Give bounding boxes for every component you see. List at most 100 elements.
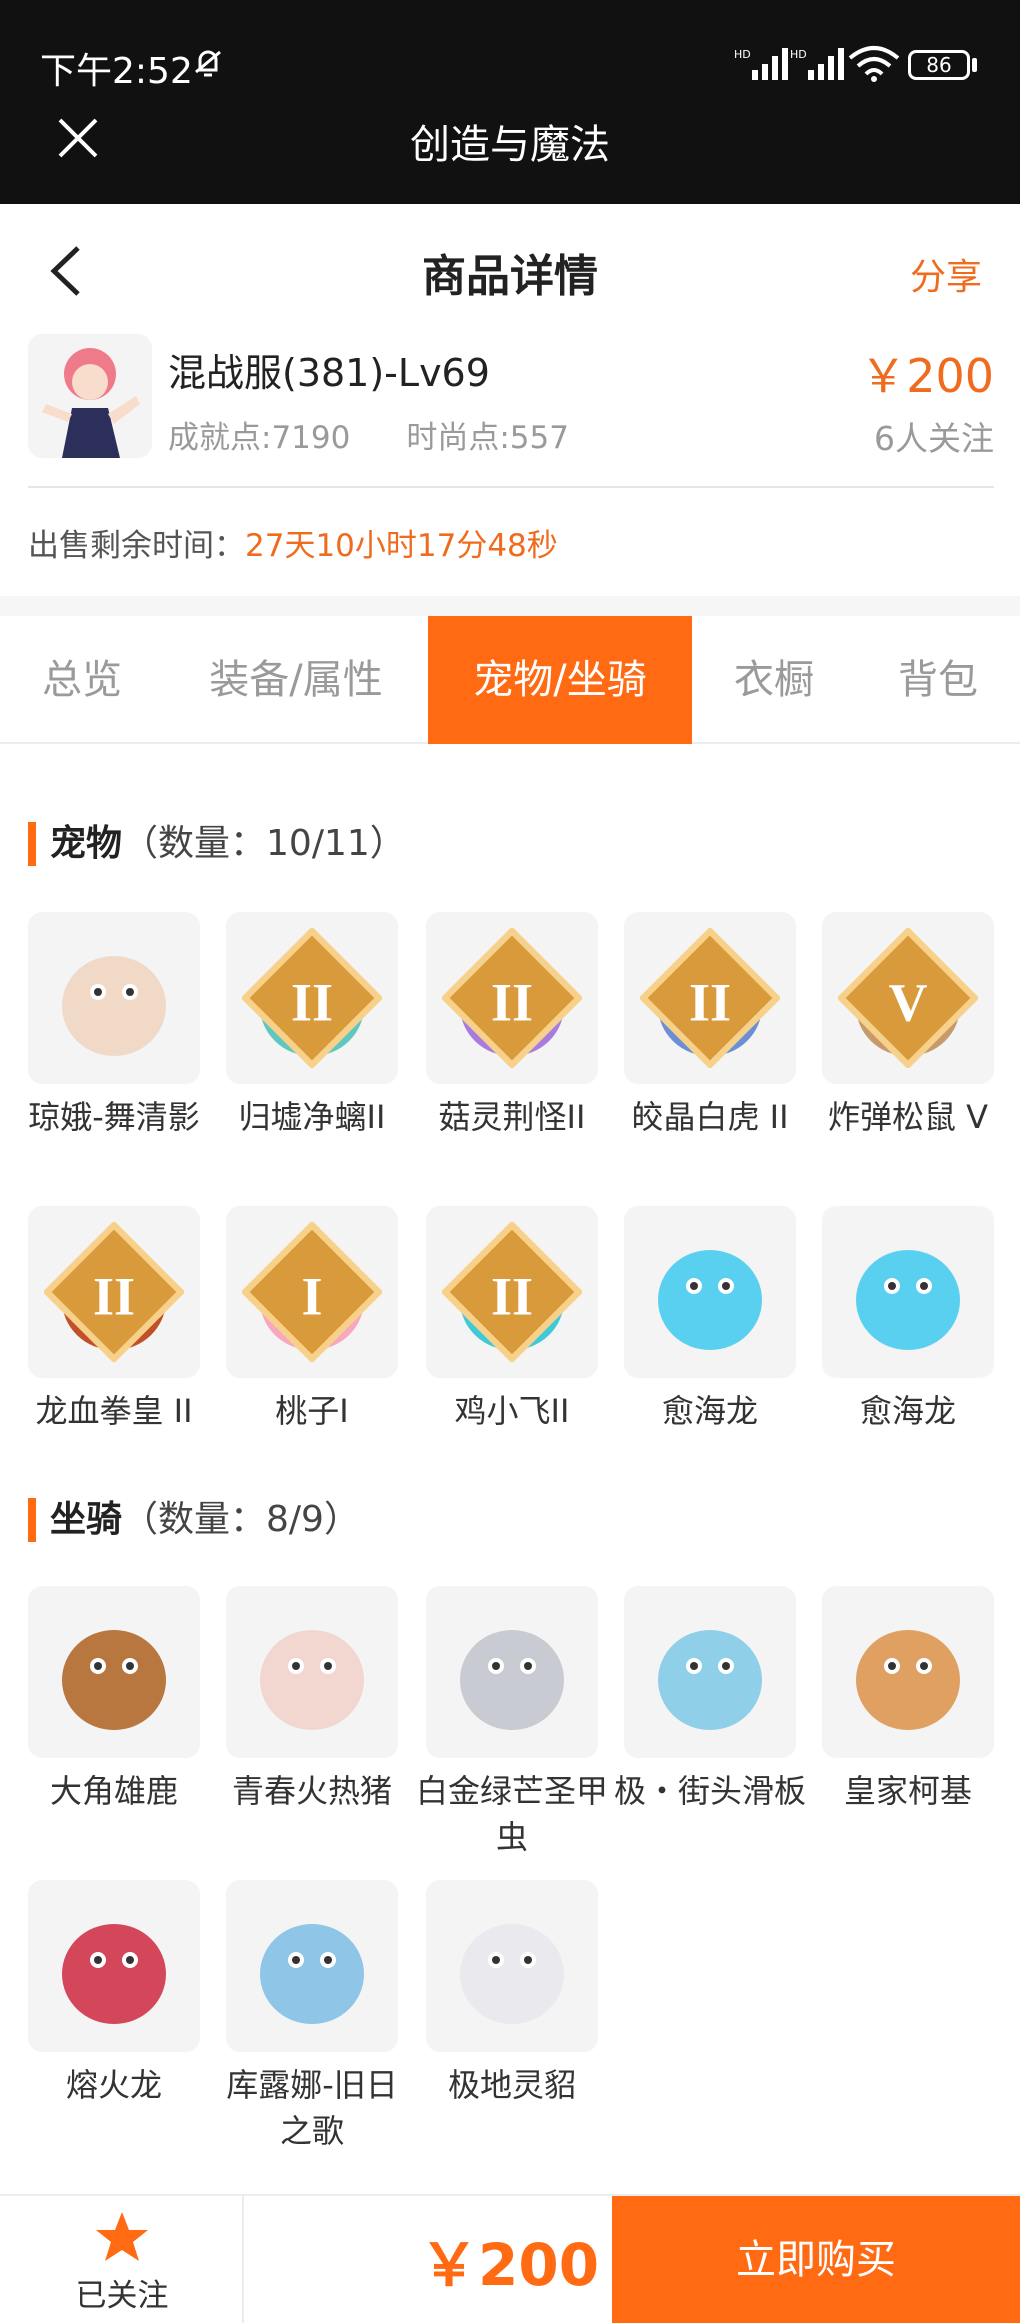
character-avatar <box>28 334 152 458</box>
rank-badge-icon: II <box>442 1222 582 1362</box>
mount-thumbnail <box>28 1880 200 2052</box>
achievement-points: 成就点:7190 <box>168 420 351 456</box>
tab-wardrobe[interactable]: 衣橱 <box>692 616 856 744</box>
tab-backpack[interactable]: 背包 <box>856 616 1020 744</box>
pet-item[interactable]: 愈海龙 <box>624 1206 796 1434</box>
lava-dragon-icon <box>62 1924 166 2024</box>
page-header: 商品详情 分享 <box>0 204 1020 334</box>
signal-icon: HD <box>734 48 788 80</box>
pets-title: 宠物 <box>50 823 123 864</box>
badge-label: II <box>93 1266 135 1326</box>
badge-label: II <box>689 972 731 1032</box>
mounts-title: 坐骑 <box>50 1499 123 1540</box>
pet-name: 鸡小飞II <box>454 1392 570 1430</box>
ice-dragon-icon <box>658 1250 762 1350</box>
fashion-points: 时尚点:557 <box>406 420 569 456</box>
pet-thumbnail <box>822 1206 994 1378</box>
pet-item[interactable]: V 炸弹松鼠 V <box>822 912 994 1140</box>
app-bar: 创造与魔法 <box>0 118 1020 204</box>
tab-pets-mounts[interactable]: 宠物/坐骑 <box>428 616 692 744</box>
pet-item[interactable]: II 鸡小飞II <box>426 1206 598 1434</box>
pet-item[interactable]: I 桃子I <box>226 1206 398 1434</box>
wifi-icon <box>848 46 900 82</box>
pet-item[interactable]: II 归墟净螭II <box>226 912 398 1140</box>
pet-name: 龙血拳皇 II <box>35 1392 193 1430</box>
remaining-time: 出售剩余时间：27天10小时17分48秒 <box>28 520 558 565</box>
sheep-girl-icon <box>260 1924 364 2024</box>
mount-name: 青春火热猪 <box>231 1772 392 1810</box>
pet-item[interactable]: II 皎晶白虎 II <box>624 912 796 1140</box>
white-fox-icon <box>460 1924 564 2024</box>
bottom-bar: 已关注 ￥200 立即购买 <box>0 2194 1020 2323</box>
corgi-icon <box>856 1630 960 1730</box>
badge-label: II <box>491 972 533 1032</box>
tab-overview[interactable]: 总览 <box>0 616 164 744</box>
rank-badge-icon: II <box>44 1222 184 1362</box>
pet-thumbnail: II <box>624 912 796 1084</box>
pets-count: （数量：10/11） <box>122 823 406 864</box>
mount-thumbnail <box>624 1586 796 1758</box>
beetle-icon <box>460 1630 564 1730</box>
pet-name: 桃子I <box>275 1392 349 1430</box>
svg-text:HD: HD <box>790 48 807 61</box>
mute-bell-icon <box>195 50 221 77</box>
pets-section-title: 宠物（数量：10/11） <box>28 822 406 866</box>
pet-thumbnail: V <box>822 912 994 1084</box>
pet-thumbnail: I <box>226 1206 398 1378</box>
product-price: ￥200 <box>860 349 994 403</box>
rank-badge-icon: II <box>640 928 780 1068</box>
mount-item[interactable]: 极・街头滑板 <box>614 1586 806 1814</box>
mount-item[interactable]: 极地灵貂 <box>426 1880 598 2108</box>
mount-thumbnail <box>28 1586 200 1758</box>
product-summary: 混战服(381)-Lv69 成就点:7190 时尚点:557 ￥200 6人关注 <box>0 334 1020 486</box>
share-button[interactable]: 分享 <box>910 248 982 300</box>
mount-thumbnail <box>822 1586 994 1758</box>
page-title: 商品详情 <box>422 251 598 302</box>
mount-item[interactable]: 皇家柯基 <box>822 1586 994 1814</box>
divider <box>28 486 994 488</box>
mount-thumbnail <box>426 1586 598 1758</box>
ice-dragon-icon <box>856 1250 960 1350</box>
pet-item[interactable]: II 菇灵荆怪II <box>426 912 598 1140</box>
rank-badge-icon: II <box>242 928 382 1068</box>
rank-badge-icon: V <box>838 928 978 1068</box>
buy-now-button[interactable]: 立即购买 <box>612 2196 1020 2323</box>
badge-label: II <box>491 1266 533 1326</box>
mount-name: 极・街头滑板 <box>613 1772 806 1810</box>
pet-thumbnail <box>28 912 200 1084</box>
mount-item[interactable]: 青春火热猪 <box>226 1586 398 1814</box>
mount-name: 皇家柯基 <box>843 1772 972 1810</box>
mount-thumbnail <box>226 1880 398 2052</box>
battery-tip <box>972 58 977 72</box>
pet-thumbnail: II <box>426 912 598 1084</box>
pet-thumbnail <box>624 1206 796 1378</box>
rank-badge-icon: II <box>442 928 582 1068</box>
section-gap <box>0 596 1020 616</box>
fairy-girl-icon <box>62 956 166 1056</box>
mount-item[interactable]: 白金绿芒圣甲虫 <box>416 1586 608 1860</box>
pet-item[interactable]: 琼娥-舞清影 <box>28 912 200 1140</box>
badge-label: I <box>301 1266 322 1326</box>
mount-name: 白金绿芒圣甲虫 <box>415 1772 608 1856</box>
signal-icon-2: HD <box>790 48 844 80</box>
product-points: 成就点:7190 时尚点:557 <box>168 412 625 457</box>
tab-bar: 总览 装备/属性 宠物/坐骑 衣橱 背包 <box>0 616 1020 744</box>
rank-badge-icon: I <box>242 1222 382 1362</box>
svg-text:HD: HD <box>734 48 751 61</box>
character-avatar-icon <box>42 348 140 458</box>
pig-icon <box>260 1630 364 1730</box>
pet-name: 琼娥-舞清影 <box>28 1098 200 1136</box>
pet-name: 炸弹松鼠 V <box>827 1098 989 1136</box>
pet-item[interactable]: II 龙血拳皇 II <box>28 1206 200 1434</box>
follow-button[interactable]: 已关注 <box>0 2196 244 2323</box>
mount-item[interactable]: 库露娜-旧日之歌 <box>226 1880 398 2154</box>
skateboard-icon <box>658 1630 762 1730</box>
pet-item[interactable]: 愈海龙 <box>822 1206 994 1434</box>
mount-name: 大角雄鹿 <box>49 1772 178 1810</box>
mount-item[interactable]: 熔火龙 <box>28 1880 200 2108</box>
pet-name: 归墟净螭II <box>238 1098 386 1136</box>
mount-item[interactable]: 大角雄鹿 <box>28 1586 200 1814</box>
product-name: 混战服(381)-Lv69 <box>168 351 490 395</box>
bottom-price: ￥200 <box>420 2231 600 2299</box>
tab-equipment[interactable]: 装备/属性 <box>164 616 428 744</box>
